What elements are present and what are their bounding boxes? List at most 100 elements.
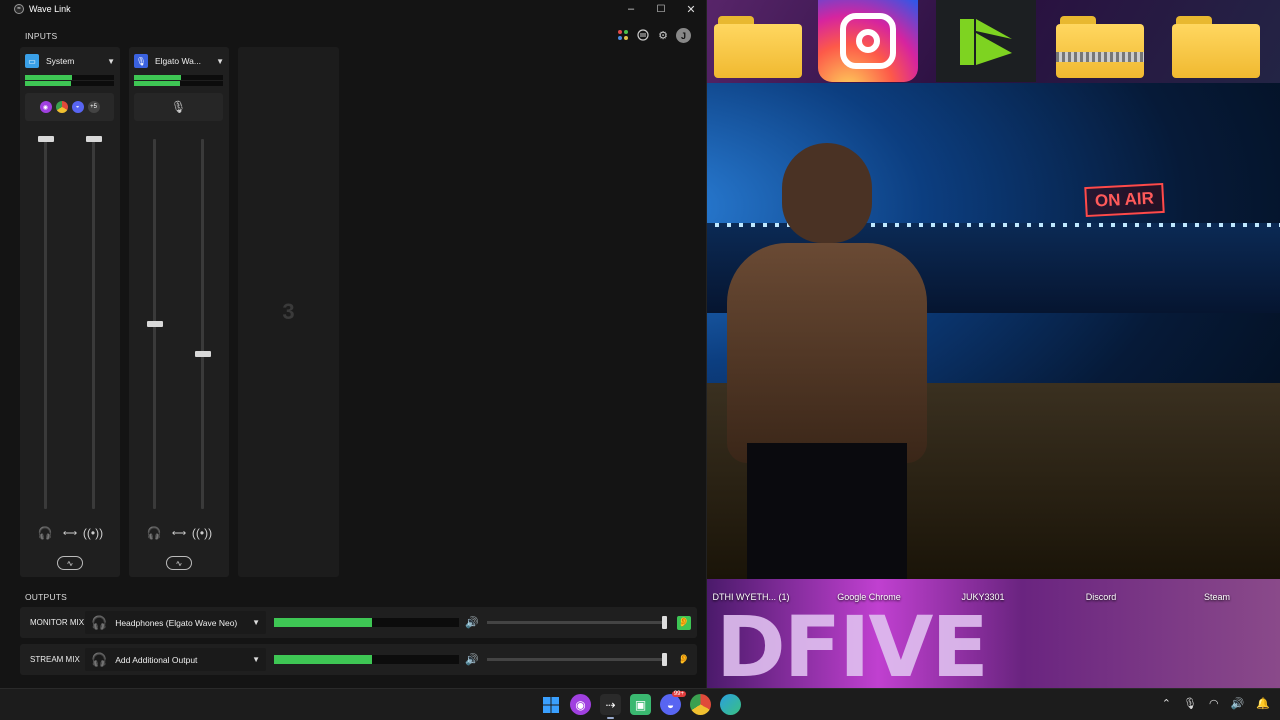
header-toolbar: ⚙ J xyxy=(616,28,691,43)
more-apps-badge: +5 xyxy=(87,101,100,113)
desktop-folder-1[interactable] xyxy=(708,16,808,78)
fader-track-monitor[interactable] xyxy=(44,139,47,509)
wallpaper-text: DFIVE xyxy=(716,598,989,688)
desktop-shortcut-chrome[interactable]: Google Chrome xyxy=(814,592,924,602)
desktop-shortcut-discord[interactable]: Discord xyxy=(1046,592,1156,602)
system-tray: ⌃ 🎙 ◠ 🔊 🔔 xyxy=(1162,697,1270,710)
speaker-icon[interactable]: 🔊 xyxy=(463,653,481,666)
broadcast-icon[interactable]: ((•)) xyxy=(192,525,212,541)
chevron-down-icon: ▼ xyxy=(216,56,224,66)
level-meter-stream xyxy=(134,81,223,86)
wave-link-window: ≈ Wave Link – ☐ ✕ INPUTS ⚙ J ▭ System ▼ xyxy=(0,0,707,688)
output-label: MONITOR MIX xyxy=(30,618,85,627)
broadcast-icon[interactable]: ((•)) xyxy=(83,525,103,541)
effects-button[interactable]: ∿ xyxy=(57,556,83,570)
desktop-streamlabs-shortcut[interactable] xyxy=(936,0,1036,82)
output-volume-slider[interactable] xyxy=(487,616,667,629)
level-meter-monitor xyxy=(134,75,223,80)
monitor-icon: ▭ xyxy=(25,54,39,68)
system-app-list[interactable]: ◉ ◒ +5 xyxy=(25,93,114,121)
ear-monitor-toggle[interactable]: 👂 xyxy=(677,615,691,630)
desktop-shortcut-juky[interactable]: JUKY3301 xyxy=(928,592,1038,602)
notification-bell-icon[interactable]: 🔔 xyxy=(1256,697,1270,710)
channel-selector-system[interactable]: ▭ System ▼ xyxy=(25,53,115,69)
microphone-icon: 🎙 xyxy=(170,100,187,114)
channel-strip-elgato: 🎙 Elgato Wa... ▼ 🎙 🎧 ⟷ ((•)) ∿ xyxy=(129,47,229,577)
desktop-instagram-shortcut[interactable] xyxy=(818,0,918,82)
output-device-selector[interactable]: 🎧 Headphones (Elgato Wave Neo) ▼ xyxy=(85,611,266,634)
headphones-icon: 🎧 xyxy=(91,614,108,630)
chevron-up-icon[interactable]: ⌃ xyxy=(1162,697,1171,710)
volume-knob[interactable] xyxy=(662,653,667,666)
output-volume-slider[interactable] xyxy=(487,653,667,666)
microphone-source-icon: 🎙 xyxy=(134,54,148,68)
headphones-icon[interactable]: 🎧 xyxy=(146,525,162,541)
channel-name: Elgato Wa... xyxy=(155,56,201,66)
channel-name: System xyxy=(46,56,75,66)
wallpaper-art: DFIVE DTHI WYETH... (1) Google Chrome JU… xyxy=(706,578,1280,688)
title-bar[interactable]: ≈ Wave Link – ☐ ✕ xyxy=(0,0,706,18)
settings-icon[interactable]: ⚙ xyxy=(656,28,670,42)
fader-knob-stream[interactable] xyxy=(195,350,211,357)
output-device-name: Add Additional Output xyxy=(115,654,198,665)
link-icon[interactable]: ⟷ xyxy=(171,525,187,541)
screen: DFIVE DTHI WYETH... (1) Google Chrome JU… xyxy=(0,0,1280,720)
wave-link-taskbar-icon[interactable]: ⇢ xyxy=(600,694,621,719)
fader-knob-monitor[interactable] xyxy=(147,321,163,327)
link-icon[interactable]: ⟷ xyxy=(62,525,78,541)
chrome-app-icon xyxy=(55,101,68,113)
desktop-shortcut-steam[interactable]: Steam xyxy=(1162,592,1272,602)
microphone-tray-icon[interactable]: 🎙 xyxy=(1183,697,1197,710)
volume-icon[interactable]: 🔊 xyxy=(1231,697,1245,710)
user-avatar[interactable]: J xyxy=(676,28,691,43)
fader-knob-stream[interactable] xyxy=(86,136,102,142)
empty-channel-slot[interactable]: 3 xyxy=(238,47,339,577)
output-device-name: Headphones (Elgato Wave Neo) xyxy=(115,617,238,628)
channel-selector-elgato[interactable]: 🎙 Elgato Wa... ▼ xyxy=(134,53,224,69)
fader-track-stream[interactable] xyxy=(92,139,95,509)
chrome-taskbar-icon[interactable] xyxy=(690,694,711,715)
output-label: STREAM MIX xyxy=(30,655,80,664)
wifi-icon[interactable]: ◠ xyxy=(1209,697,1219,710)
edge-taskbar-icon[interactable] xyxy=(720,694,741,715)
maximize-button[interactable]: ☐ xyxy=(646,0,676,18)
speaker-icon[interactable]: 🔊 xyxy=(463,616,481,629)
volume-knob[interactable] xyxy=(662,616,667,629)
discord-taskbar-icon[interactable]: ◒ 99+ xyxy=(660,691,686,715)
marketplace-icon[interactable] xyxy=(636,28,650,42)
minimize-button[interactable]: – xyxy=(616,0,646,18)
headphones-icon[interactable]: 🎧 xyxy=(37,525,53,541)
output-level-meter xyxy=(274,618,459,627)
effects-button[interactable]: ∿ xyxy=(166,556,192,570)
outputs-label: OUTPUTS xyxy=(25,592,68,602)
streamlabs-app-icon: ◉ xyxy=(39,101,52,113)
desktop-folder-2[interactable] xyxy=(1166,16,1266,78)
wave-link-logo-icon: ≈ xyxy=(14,4,24,14)
cam-person xyxy=(727,143,927,579)
inputs-label: INPUTS xyxy=(25,31,58,41)
mic-settings-button[interactable]: 🎙 xyxy=(134,93,223,121)
close-button[interactable]: ✕ xyxy=(676,0,706,18)
streamlabs-taskbar-icon[interactable]: ◉ xyxy=(570,694,591,715)
fader-track-stream[interactable] xyxy=(201,139,204,509)
fader-knob-monitor[interactable] xyxy=(38,136,54,142)
empty-slot-number: 3 xyxy=(282,299,295,324)
output-row-monitor-mix: MONITOR MIX 🎧 Headphones (Elgato Wave Ne… xyxy=(20,607,697,638)
instagram-icon xyxy=(818,0,918,82)
on-air-sign: ON AIR xyxy=(1084,182,1165,218)
ear-monitor-toggle[interactable]: 👂 xyxy=(677,653,691,667)
taskbar: ◉ ⇢ ▣ ◒ 99+ ⌃ 🎙 ◠ 🔊 🔔 xyxy=(0,688,1280,720)
desktop-shortcut-label[interactable]: DTHI WYETH... (1) xyxy=(706,592,806,602)
taskbar-apps: ◉ ⇢ ▣ ◒ 99+ xyxy=(540,691,741,719)
output-device-selector[interactable]: 🎧 Add Additional Output ▼ xyxy=(85,648,266,671)
apps-icon[interactable] xyxy=(616,28,630,42)
window-title: Wave Link xyxy=(29,4,71,14)
output-row-stream-mix: STREAM MIX 🎧 Add Additional Output ▼ 🔊 👂 xyxy=(20,644,697,675)
streamlabs-icon xyxy=(936,0,1036,82)
desktop-zip-folder[interactable] xyxy=(1050,16,1150,78)
streamdeck-taskbar-icon[interactable]: ▣ xyxy=(630,694,651,715)
channel-strip-system: ▭ System ▼ ◉ ◒ +5 🎧 ⟷ ((•)) ∿ xyxy=(20,47,120,577)
notification-badge: 99+ xyxy=(671,691,686,697)
windows-start-icon[interactable] xyxy=(540,694,561,715)
folder-icon xyxy=(1172,16,1260,78)
